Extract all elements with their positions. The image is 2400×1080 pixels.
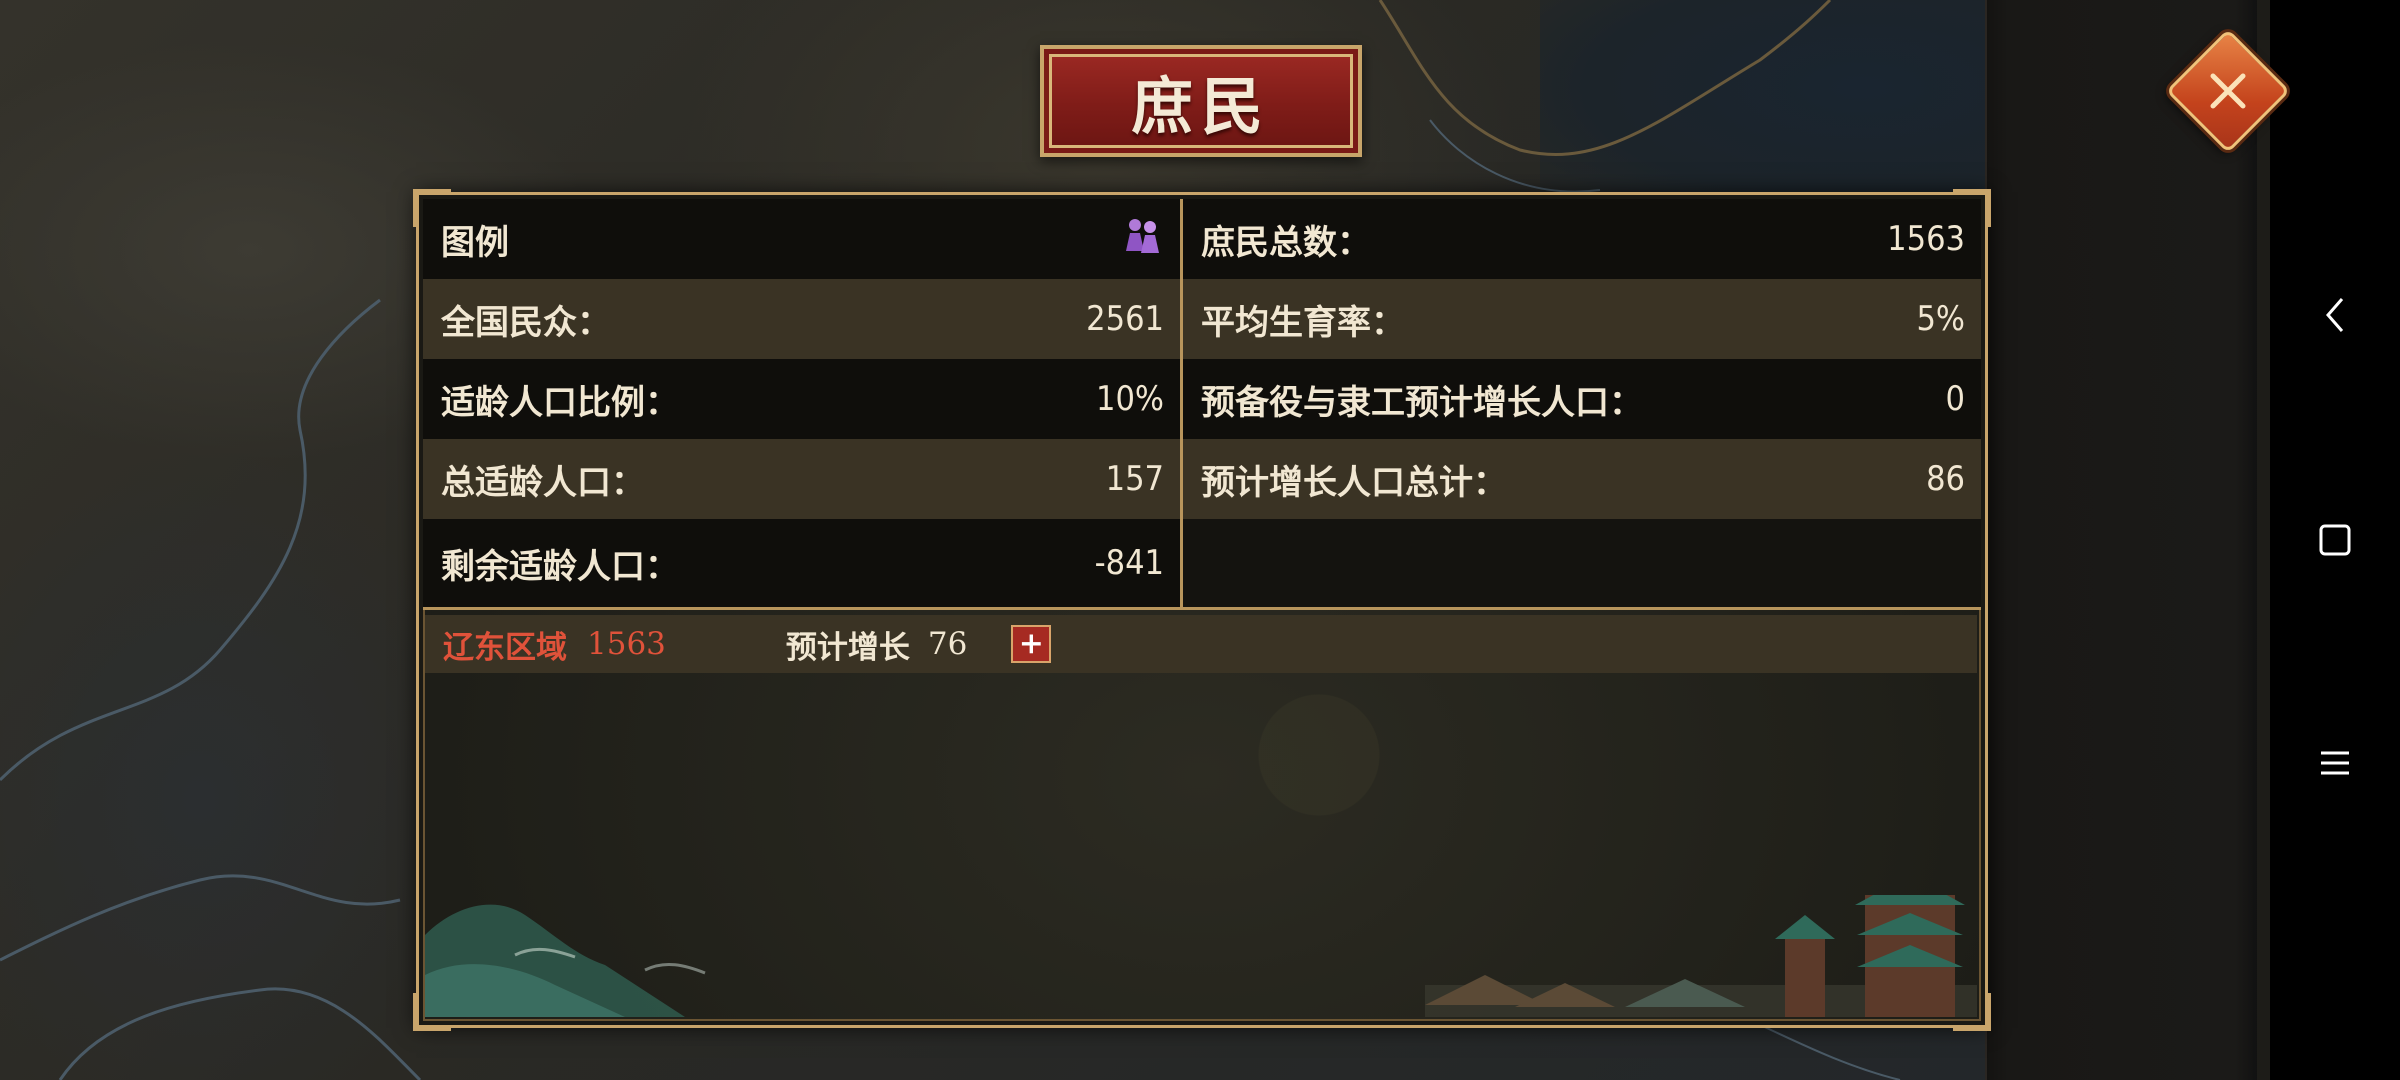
home-square-icon[interactable] <box>2305 510 2365 570</box>
stat-value: 86 <box>1926 459 1965 499</box>
stat-row: 平均生育率： 5% <box>1183 279 1981 359</box>
stat-row: 总适龄人口： 157 <box>423 439 1180 519</box>
region-row[interactable]: 辽东区域 1563 预计增长 76 + <box>425 615 1977 673</box>
stat-row: 适龄人口比例： 10% <box>423 359 1180 439</box>
legend-label: 图例 <box>441 222 509 263</box>
stat-value: 0 <box>1945 379 1965 419</box>
side-frame <box>1985 0 2257 1080</box>
add-growth-button[interactable]: + <box>1011 625 1052 663</box>
plus-icon: + <box>1018 626 1044 661</box>
right-stats-column: 庶民总数： 1563 平均生育率： 5% 预备役与隶工预计增长人口： 0 预计增… <box>1183 199 1981 607</box>
stat-row: 预计增长人口总计： 86 <box>1183 439 1981 519</box>
region-count: 1563 <box>587 626 666 662</box>
stat-label: 预计增长人口总计： <box>1201 462 1507 503</box>
stat-label: 全国民众： <box>441 302 611 343</box>
stat-label: 平均生育率： <box>1201 302 1405 343</box>
scenery-decoration <box>425 895 1977 1017</box>
title-plaque: 庶民 <box>1040 45 1362 157</box>
page-title: 庶民 <box>1130 70 1271 143</box>
stat-value: 1563 <box>1887 219 1965 259</box>
stat-label: 适龄人口比例： <box>441 382 679 423</box>
stat-label: 总适龄人口： <box>441 462 645 503</box>
stat-row: 庶民总数： 1563 <box>1183 199 1981 279</box>
stat-row: 预备役与隶工预计增长人口： 0 <box>1183 359 1981 439</box>
close-x-icon <box>2184 47 2272 135</box>
people-figures-icon[interactable] <box>1120 213 1164 266</box>
region-name: 辽东区域 <box>443 629 567 666</box>
empty-row <box>1183 519 1981 607</box>
stats-grid: 图例 全国民众： 2561 适龄人口比例： 10% 总适龄人口： 157 剩余适… <box>423 199 1981 607</box>
growth-value: 76 <box>927 626 968 662</box>
stat-value: 2561 <box>1086 299 1164 339</box>
growth-label: 预计增长 <box>785 629 910 666</box>
stat-row: 剩余适龄人口： -841 <box>423 519 1180 607</box>
back-icon[interactable] <box>2305 285 2365 345</box>
divider <box>423 607 1981 610</box>
left-stats-column: 图例 全国民众： 2561 适龄人口比例： 10% 总适龄人口： 157 剩余适… <box>423 199 1183 607</box>
stat-value: 157 <box>1105 459 1164 499</box>
stat-label: 预备役与隶工预计增长人口： <box>1201 382 1643 423</box>
legend-row: 图例 <box>423 199 1180 279</box>
stat-value: -841 <box>1094 543 1164 583</box>
stat-value: 10% <box>1096 379 1164 419</box>
stat-label: 庶民总数： <box>1201 222 1371 263</box>
recents-menu-icon[interactable] <box>2305 733 2365 793</box>
stat-value: 5% <box>1916 299 1965 339</box>
stat-row: 全国民众： 2561 <box>423 279 1180 359</box>
stat-label: 剩余适龄人口： <box>441 546 679 587</box>
stats-panel: 图例 全国民众： 2561 适龄人口比例： 10% 总适龄人口： 157 剩余适… <box>413 189 1991 1031</box>
